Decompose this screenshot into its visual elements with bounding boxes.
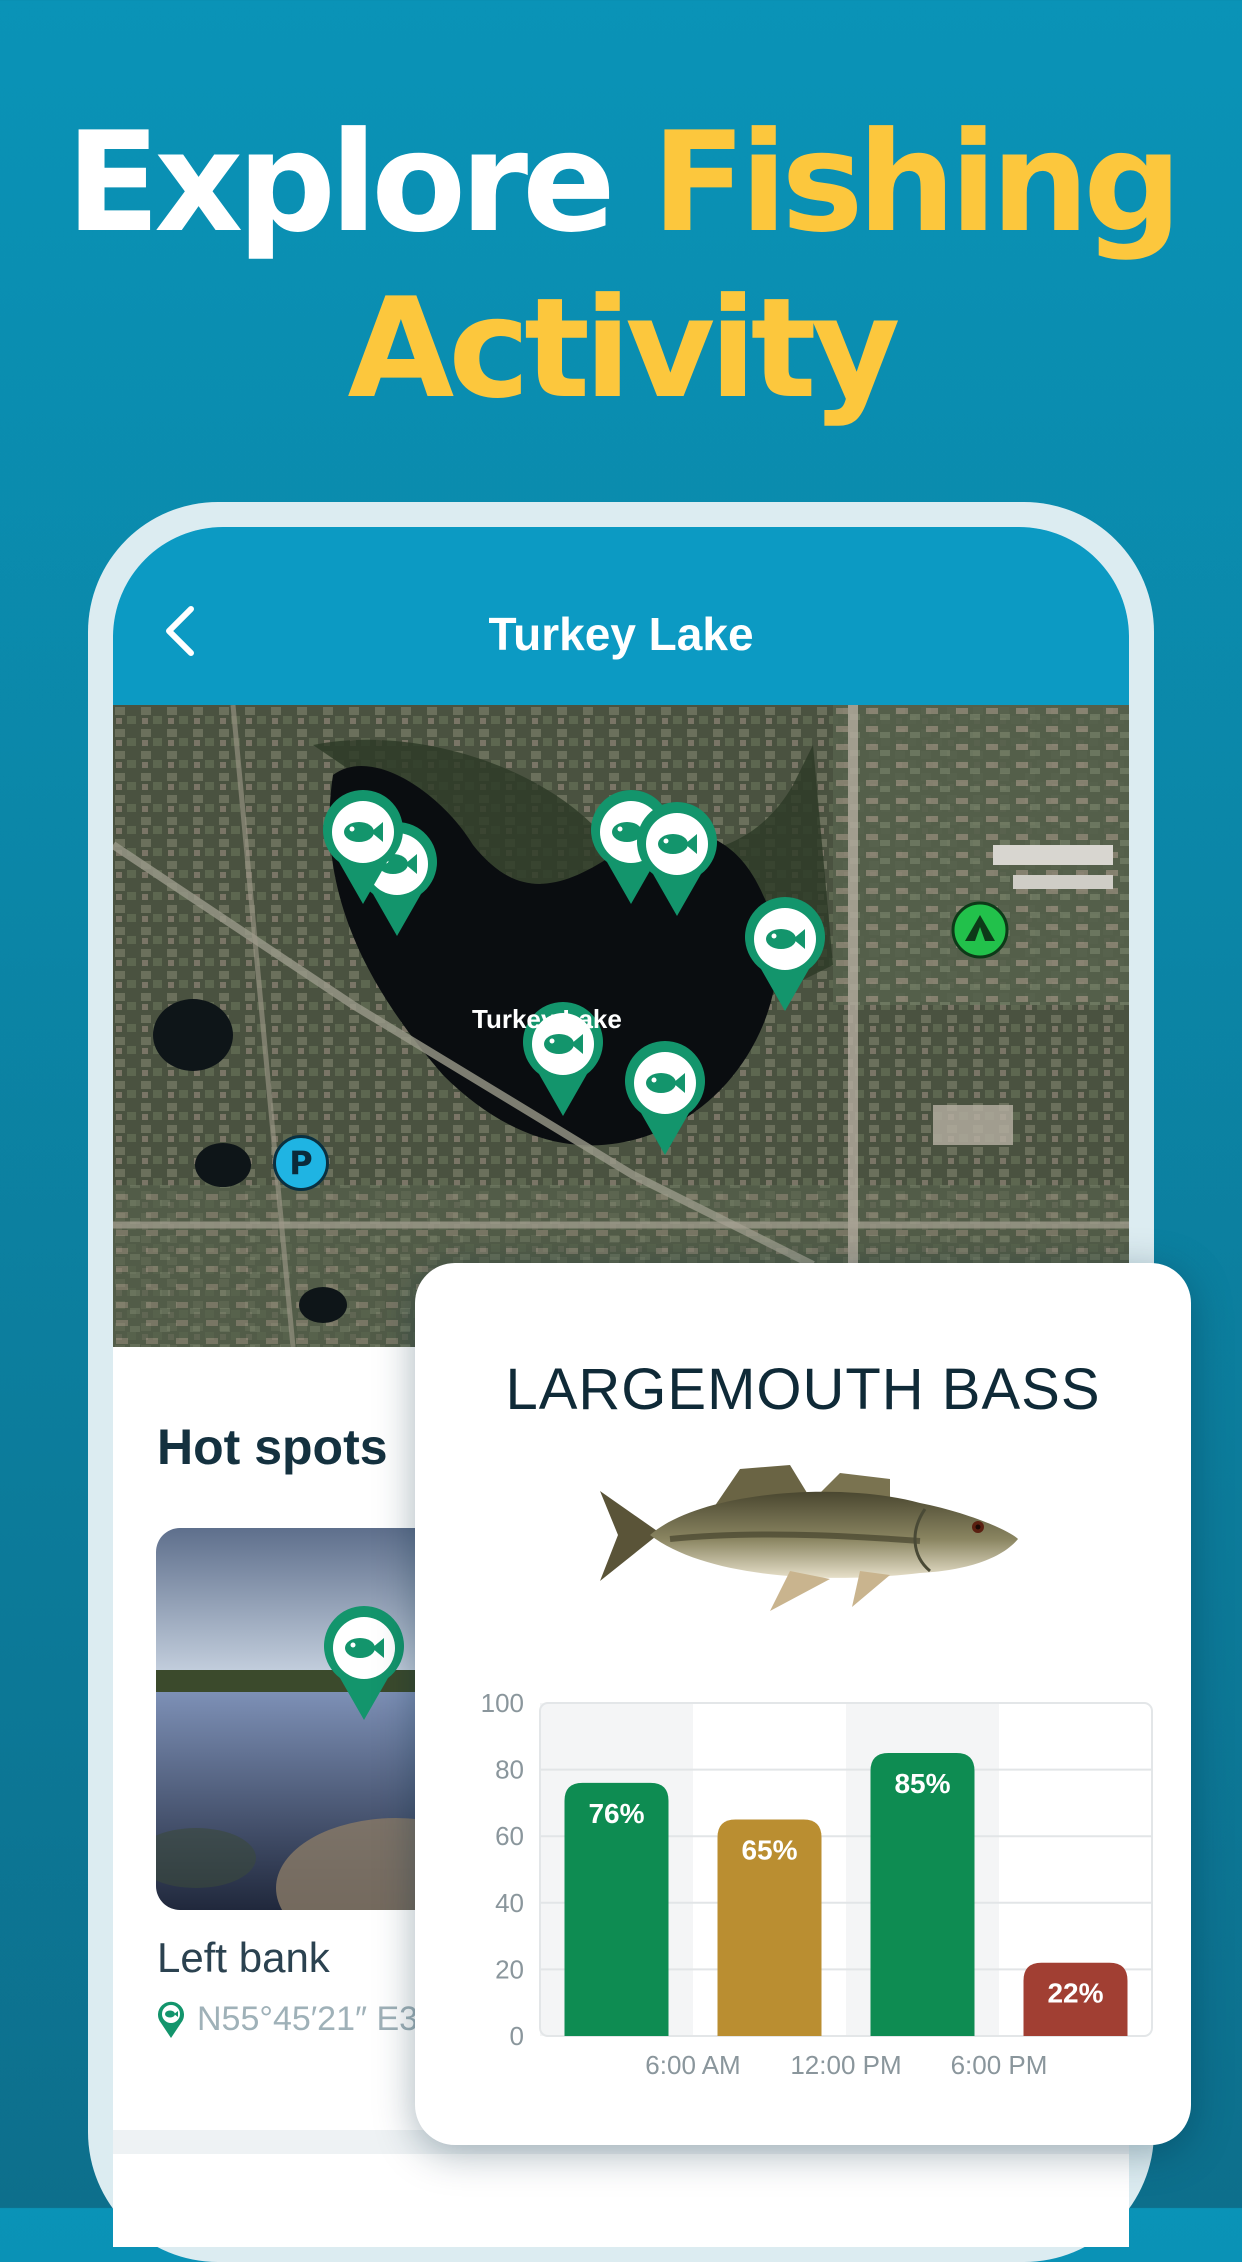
bar-data-label: 85%: [894, 1768, 950, 1799]
x-tick-label: 6:00 PM: [951, 2050, 1048, 2078]
hot-spot-photo: [156, 1528, 456, 1910]
largemouth-bass-image: [600, 1465, 1018, 1611]
fish-pin-icon[interactable]: [633, 800, 721, 918]
activity-bar-chart: 0 20 40 60 80 100 6:00 AM 12:00 PM 6:00 PM 76% 65%…: [481, 1688, 1153, 2078]
hot-spots-title: Hot spots: [157, 1419, 388, 1475]
bar-data-label: 22%: [1047, 1978, 1103, 2009]
screen-title: Turkey Lake: [488, 608, 754, 660]
coords-text: N55°45′21″ E3: [197, 2000, 419, 2038]
x-tick-label: 12:00 PM: [790, 2050, 901, 2078]
species-title: LARGEMOUTH BASS: [505, 1357, 1101, 1422]
headline-word-fishing: Fishing: [651, 102, 1182, 263]
x-tick-label: 6:00 AM: [645, 2050, 740, 2078]
hot-spot-name: Left bank: [157, 1934, 330, 1981]
fish-pin-icon[interactable]: [319, 788, 407, 906]
y-tick-label: 40: [495, 1888, 524, 1918]
headline: Explore Fishing Activity: [0, 100, 1242, 432]
fish-species-card[interactable]: LARGEMOUTH BASS 0 20 40 60 80 100 6:00 AM 12:00…: [415, 1263, 1191, 2145]
y-tick-label: 0: [510, 2021, 524, 2051]
y-tick-label: 20: [495, 1954, 524, 1984]
bar-data-label: 76%: [588, 1798, 644, 1829]
headline-word-explore: Explore: [65, 102, 616, 263]
headline-word-activity: Activity: [347, 268, 900, 429]
location-fish-icon: [158, 2001, 184, 2038]
tent-icon[interactable]: [951, 901, 1009, 959]
parking-label: P: [289, 1144, 313, 1182]
hot-spot-card[interactable]: [156, 1528, 456, 1910]
fish-pin-icon[interactable]: [741, 895, 829, 1013]
fish-pin-icon[interactable]: [621, 1039, 709, 1157]
hot-spot-coords: N55°45′21″ E3: [157, 2000, 418, 2039]
y-tick-label: 100: [481, 1688, 524, 1718]
y-tick-label: 80: [495, 1755, 524, 1785]
lake-label: Turkey Lake: [472, 1004, 622, 1034]
bar-data-label: 65%: [741, 1835, 797, 1866]
app-header: Turkey Lake: [113, 527, 1129, 705]
parking-marker[interactable]: P: [273, 1135, 329, 1191]
y-tick-label: 60: [495, 1821, 524, 1851]
